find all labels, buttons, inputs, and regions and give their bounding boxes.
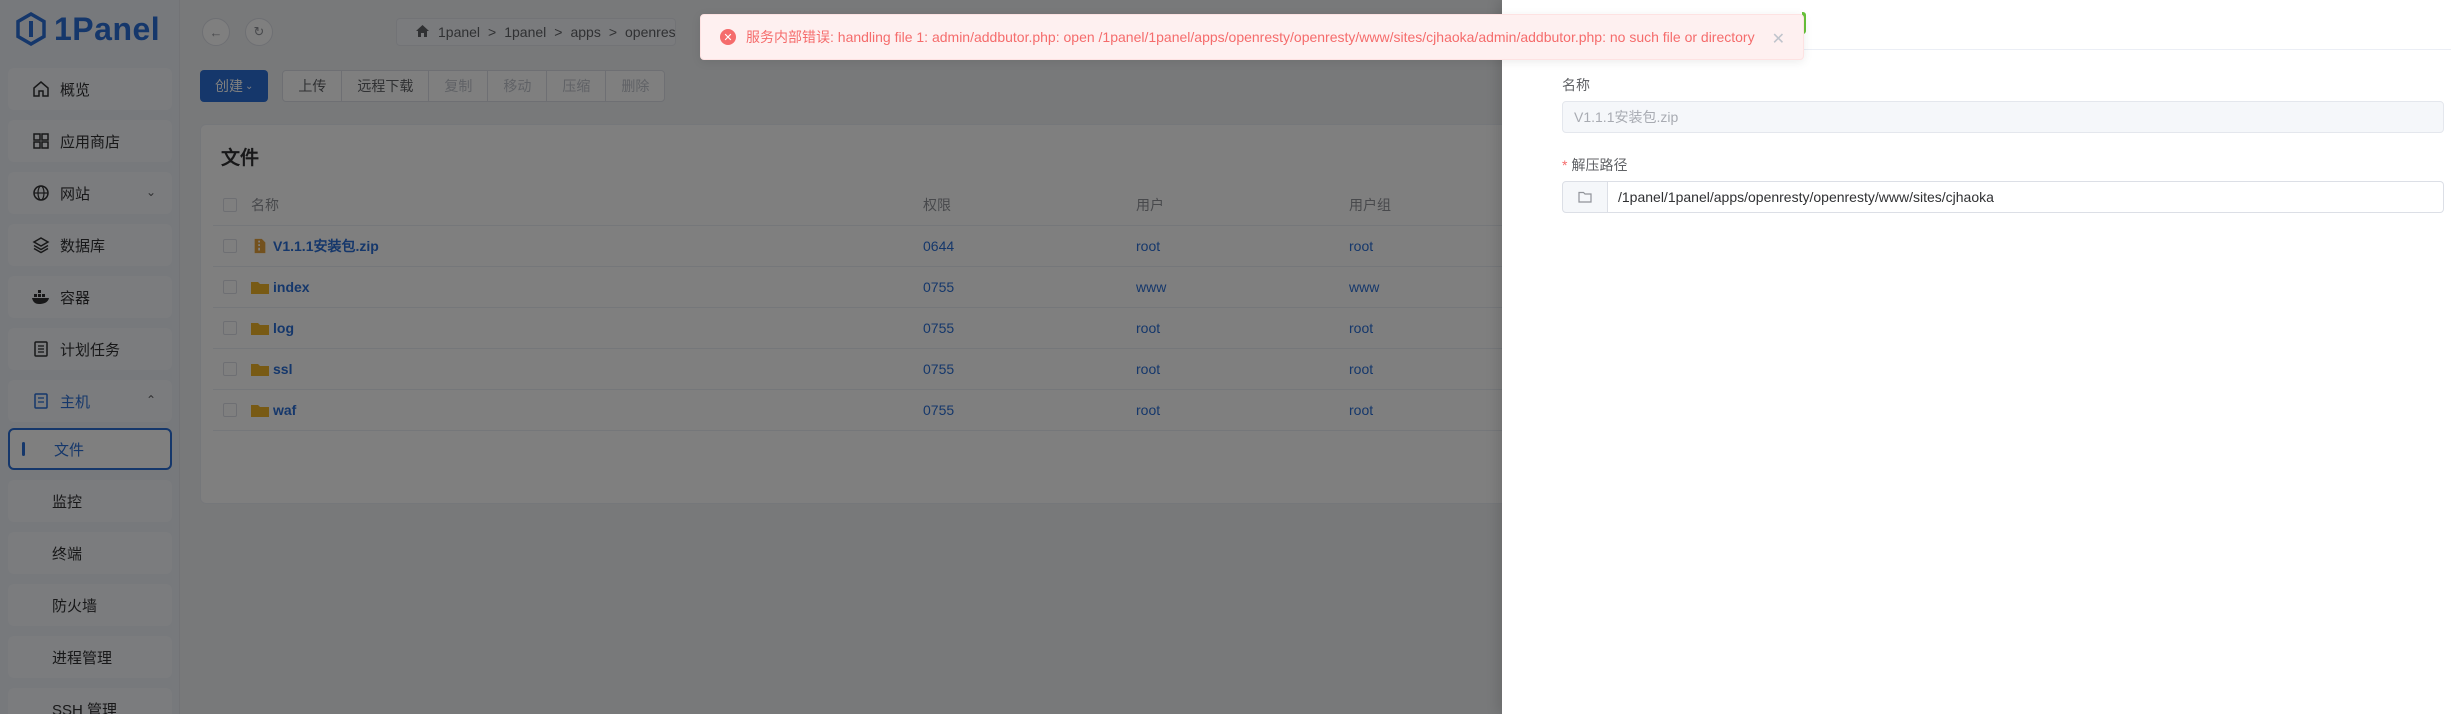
close-icon[interactable]: ✕ — [1772, 29, 1785, 49]
path-input-group: /1panel/1panel/apps/openresty/openresty/… — [1562, 181, 2444, 213]
path-input[interactable]: /1panel/1panel/apps/openresty/openresty/… — [1608, 181, 2444, 213]
path-label: * 解压路径 — [1562, 155, 1627, 175]
folder-outline-icon — [1578, 191, 1592, 203]
name-label: 名称 — [1562, 77, 1590, 93]
error-icon: ✕ — [720, 29, 736, 45]
name-input: V1.1.1安装包.zip — [1562, 101, 2444, 133]
path-label-text: 解压路径 — [1571, 157, 1628, 173]
decompress-drawer: 名称 V1.1.1安装包.zip * 解压路径 /1panel/1panel/ap… — [1502, 0, 2451, 714]
error-toast: ✕ 服务内部错误: handling file 1: admin/addbuto… — [700, 14, 1804, 60]
folder-picker-button[interactable] — [1562, 181, 1608, 213]
required-mark: * — [1562, 157, 1568, 173]
modal-overlay[interactable] — [0, 0, 1502, 714]
error-message: 服务内部错误: handling file 1: admin/addbutor.… — [746, 29, 1755, 45]
